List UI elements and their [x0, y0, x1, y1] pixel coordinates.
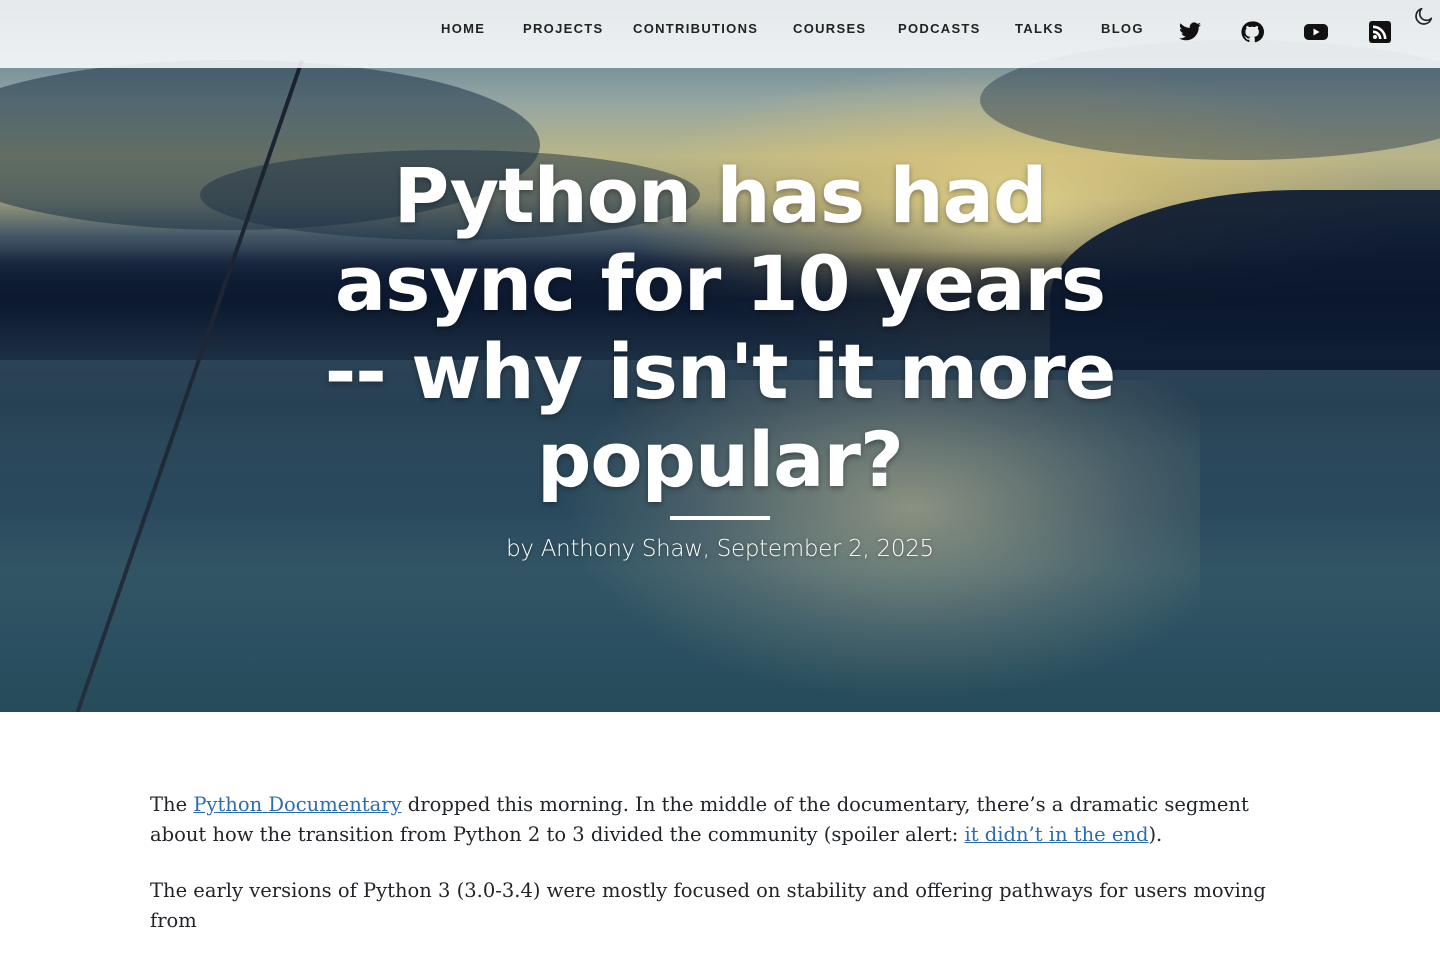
post-title: Python has had async for 10 years -- why…	[324, 151, 1117, 504]
article-paragraph: The early versions of Python 3 (3.0-3.4)…	[150, 879, 1266, 932]
nav-podcasts-link[interactable]: PODCASTS	[898, 21, 981, 39]
nav-courses-link[interactable]: COURSES	[793, 21, 866, 39]
rss-icon[interactable]	[1368, 20, 1392, 44]
top-navbar: HOME PROJECTS CONTRIBUTIONS COURSES PODC…	[0, 0, 1440, 68]
hero-banner: Python has had async for 10 years -- why…	[0, 0, 1440, 712]
it-didnt-in-the-end-link[interactable]: it didn’t in the end	[964, 823, 1148, 846]
nav-talks-link[interactable]: TALKS	[1015, 21, 1064, 39]
post-heading: Python has had async for 10 years -- why…	[320, 151, 1120, 563]
nav-contributions-link[interactable]: CONTRIBUTIONS	[633, 21, 758, 39]
moon-icon[interactable]	[1413, 5, 1435, 27]
youtube-icon[interactable]	[1303, 20, 1329, 44]
github-icon[interactable]	[1240, 20, 1264, 44]
twitter-icon[interactable]	[1178, 20, 1202, 44]
paragraph-text: ).	[1148, 823, 1163, 846]
article-body: The Python Documentary dropped this morn…	[150, 790, 1290, 962]
post-meta: by Anthony Shaw, September 2, 2025	[506, 536, 934, 562]
nav-blog-link[interactable]: BLOG	[1101, 21, 1144, 39]
title-divider	[670, 516, 770, 520]
article-paragraph: The Python Documentary dropped this morn…	[150, 790, 1290, 850]
nav-home-link[interactable]: HOME	[441, 21, 485, 39]
paragraph-text: The	[150, 793, 194, 816]
nav-projects-link[interactable]: PROJECTS	[523, 21, 603, 39]
python-documentary-link[interactable]: Python Documentary	[193, 793, 401, 816]
